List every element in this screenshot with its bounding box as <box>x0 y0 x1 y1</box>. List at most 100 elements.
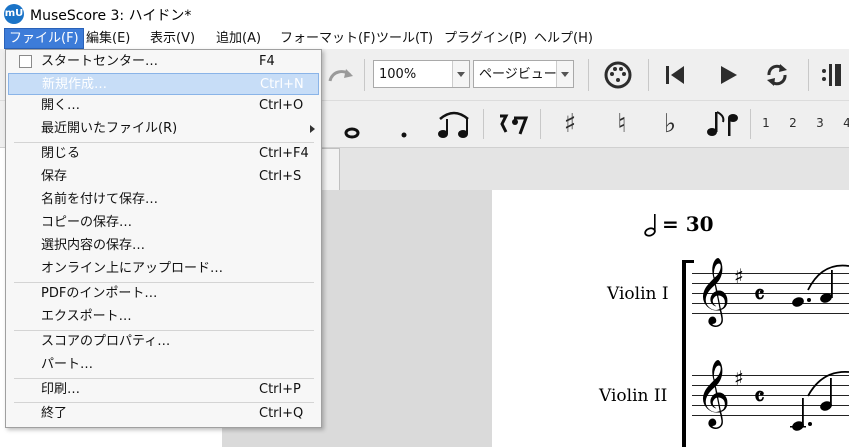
instrument-name-violin-2: Violin II <box>599 386 668 406</box>
flat-icon[interactable]: ♭ <box>656 107 684 141</box>
tie-icon[interactable] <box>434 107 474 141</box>
musescore-logo-icon: mU <box>4 4 24 24</box>
view-mode-select[interactable]: ページビュー <box>473 60 574 88</box>
menu-file[interactable]: ファイル(F) <box>4 28 84 49</box>
menu-item-label: 印刷… <box>41 382 81 397</box>
rest-icon[interactable] <box>496 110 530 140</box>
menu-item-quit[interactable]: 終了 Ctrl+Q <box>8 403 319 425</box>
menu-item-shortcut: Ctrl+P <box>259 382 301 397</box>
menu-item-label: エクスポート… <box>41 309 132 324</box>
menu-item-label: スコアのプロパティ… <box>41 334 171 349</box>
flip-direction-icon[interactable] <box>703 108 743 140</box>
menu-item-recent-files[interactable]: 最近開いたファイル(R) <box>8 118 319 140</box>
menu-view[interactable]: 表示(V) <box>146 29 199 48</box>
chevron-down-icon <box>452 61 469 87</box>
key-signature-sharp-icon: ♯ <box>734 366 744 390</box>
view-mode-value: ページビュー <box>479 67 557 82</box>
zoom-select[interactable]: 100% <box>373 60 470 88</box>
menu-item-label: 最近開いたファイル(R) <box>41 121 178 136</box>
menu-item-open[interactable]: 開く… Ctrl+O <box>8 95 319 117</box>
menu-item-save[interactable]: 保存 Ctrl+S <box>8 166 319 188</box>
file-menu-dropdown: スタートセンター… F4 新規作成… Ctrl+N 開く… Ctrl+O 最近開… <box>5 49 322 428</box>
menu-item-label: 開く… <box>41 98 81 113</box>
system-bracket <box>682 262 686 447</box>
repeat-toggle-icon[interactable] <box>818 61 846 89</box>
toolbar-separator <box>364 59 365 91</box>
menu-item-label: パート… <box>41 357 94 372</box>
menu-bar: ファイル(F) 編集(E) 表示(V) 追加(A) フォーマット(F) ツール(… <box>0 28 849 49</box>
time-signature: 𝄴 <box>754 280 765 309</box>
menu-help[interactable]: ヘルプ(H) <box>530 29 597 48</box>
menu-item-label: 保存 <box>41 169 68 184</box>
menu-item-shortcut: F4 <box>259 54 275 69</box>
menu-format[interactable]: フォーマット(F) <box>276 29 380 48</box>
menu-item-shortcut: Ctrl+Q <box>259 406 304 421</box>
menu-item-new[interactable]: 新規作成… Ctrl+N <box>8 73 319 95</box>
menu-item-score-properties[interactable]: スコアのプロパティ… <box>8 331 319 353</box>
menu-item-label: 閉じる <box>41 146 81 161</box>
menu-item-label: 選択内容の保存… <box>41 238 146 253</box>
tempo-marking: = 30 <box>662 212 714 236</box>
midi-input-icon[interactable] <box>602 59 634 91</box>
menu-item-upload-online[interactable]: オンライン上にアップロード… <box>8 258 319 280</box>
menu-item-label: オンライン上にアップロード… <box>41 261 224 276</box>
menu-plugins[interactable]: プラグイン(P) <box>440 29 531 48</box>
menu-item-label: コピーの保存… <box>41 215 133 230</box>
augmentation-dot-icon[interactable] <box>396 121 412 141</box>
menu-tools[interactable]: ツール(T) <box>372 29 437 48</box>
whole-note-icon[interactable] <box>342 121 362 141</box>
voice-2-button[interactable]: 2 <box>787 116 799 130</box>
menu-item-label: スタートセンター… <box>41 54 159 69</box>
menu-item-label: 終了 <box>41 406 68 421</box>
voice-1-button[interactable]: 1 <box>760 116 772 130</box>
menu-add[interactable]: 追加(A) <box>212 29 265 48</box>
redo-icon[interactable] <box>326 63 356 87</box>
bracket-top <box>682 260 694 263</box>
menu-item-shortcut: Ctrl+O <box>259 98 304 113</box>
submenu-arrow-icon <box>310 125 315 133</box>
menu-item-import-pdf[interactable]: PDFのインポート… <box>8 283 319 305</box>
menu-item-close[interactable]: 閉じる Ctrl+F4 <box>8 143 319 165</box>
treble-clef-icon: 𝄞 <box>696 358 731 426</box>
zoom-value: 100% <box>379 67 417 82</box>
note-group <box>790 371 849 431</box>
sharp-icon[interactable]: ♯ <box>556 107 584 141</box>
key-signature-sharp-icon: ♯ <box>734 264 744 288</box>
menu-item-label: 新規作成… <box>42 77 108 92</box>
toolbar-separator <box>808 59 809 91</box>
menu-item-export[interactable]: エクスポート… <box>8 306 319 328</box>
treble-clef-icon: 𝄞 <box>696 256 731 324</box>
menu-edit[interactable]: 編集(E) <box>82 29 134 48</box>
window-title: MuseScore 3: ハイドン* <box>30 8 192 24</box>
time-signature: 𝄴 <box>754 382 765 411</box>
chevron-down-icon <box>556 61 573 87</box>
note-group <box>792 264 849 307</box>
menu-item-save-selection[interactable]: 選択内容の保存… <box>8 235 319 257</box>
toolbar-separator <box>750 109 751 139</box>
checkbox-icon[interactable] <box>19 55 32 68</box>
menu-item-parts[interactable]: パート… <box>8 354 319 376</box>
voice-3-button[interactable]: 3 <box>814 116 826 130</box>
natural-icon[interactable]: ♮ <box>608 107 636 141</box>
rewind-icon[interactable] <box>662 63 688 87</box>
toolbar-separator <box>483 109 484 139</box>
play-icon[interactable] <box>715 63 741 87</box>
menu-item-shortcut: Ctrl+F4 <box>259 146 309 161</box>
title-bar: mU MuseScore 3: ハイドン* <box>0 0 849 28</box>
loop-icon[interactable] <box>762 60 792 90</box>
menu-item-start-center[interactable]: スタートセンター… F4 <box>8 51 319 73</box>
menu-item-save-copy[interactable]: コピーの保存… <box>8 212 319 234</box>
menu-item-label: PDFのインポート… <box>41 286 158 301</box>
menu-item-save-as[interactable]: 名前を付けて保存… <box>8 189 319 211</box>
menu-item-label: 名前を付けて保存… <box>41 192 159 207</box>
toolbar-separator <box>540 109 541 139</box>
voice-4-button[interactable]: 4 <box>841 116 849 130</box>
toolbar-separator <box>588 59 589 91</box>
half-note-icon <box>644 214 656 237</box>
menu-item-print[interactable]: 印刷… Ctrl+P <box>8 379 319 401</box>
menu-item-shortcut: Ctrl+N <box>260 77 304 92</box>
score-page: = 30 Violin I Violin II 𝄞 ♯ 𝄴 𝄞 ♯ 𝄴 <box>492 190 849 447</box>
toolbar-separator <box>648 59 649 91</box>
menu-item-shortcut: Ctrl+S <box>259 169 302 184</box>
instrument-name-violin-1: Violin I <box>607 284 669 304</box>
